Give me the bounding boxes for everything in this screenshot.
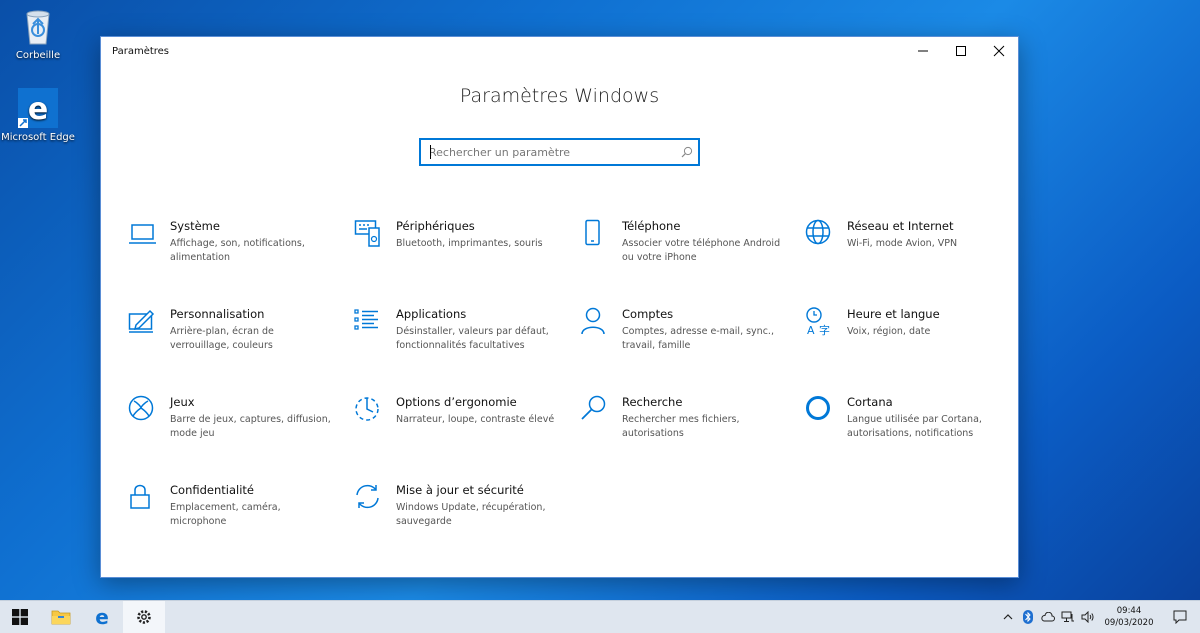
personalization-icon [128, 307, 158, 337]
settings-item-personalization[interactable]: Personnalisation Arrière-plan, écran de … [128, 307, 333, 377]
cortana-icon [805, 395, 835, 425]
recycle-bin-icon [18, 6, 58, 46]
network-icon[interactable] [1058, 611, 1078, 623]
folder-icon [51, 610, 71, 625]
item-desc: Narrateur, loupe, contraste élevé [396, 414, 555, 425]
taskbar-edge[interactable]: e [82, 601, 122, 633]
clock-date: 09/03/2020 [1104, 618, 1154, 628]
phone-icon [580, 219, 610, 249]
xbox-icon [128, 395, 158, 425]
item-desc: Langue utilisée par Cortana, autorisatio… [847, 414, 982, 439]
action-center-button[interactable] [1160, 610, 1200, 624]
settings-item-gaming[interactable]: Jeux Barre de jeux, captures, diffusion,… [128, 395, 333, 465]
item-title: Mise à jour et sécurité [396, 483, 524, 497]
svg-text:A: A [807, 324, 815, 337]
edge-icon: e [95, 607, 109, 627]
settings-item-system[interactable]: Système Affichage, son, notifications, a… [128, 219, 333, 289]
item-title: Périphériques [396, 219, 475, 233]
item-desc: Arrière-plan, écran de verrouillage, cou… [170, 326, 274, 351]
taskbar: e 09:44 09/03/2020 [0, 600, 1200, 633]
clock-time: 09:44 [1116, 606, 1142, 616]
settings-item-update-security[interactable]: Mise à jour et sécurité Windows Update, … [354, 483, 559, 553]
item-title: Système [170, 219, 220, 233]
settings-grid: Système Affichage, son, notifications, a… [101, 37, 1018, 577]
update-icon [354, 483, 384, 513]
notification-icon [1173, 610, 1187, 624]
settings-item-devices[interactable]: Périphériques Bluetooth, imprimantes, so… [354, 219, 559, 289]
settings-item-cortana[interactable]: Cortana Langue utilisée par Cortana, aut… [805, 395, 1010, 465]
time-language-icon: A字 [805, 307, 835, 337]
start-button[interactable] [0, 601, 40, 633]
item-desc: Comptes, adresse e-mail, sync., travail,… [622, 326, 774, 351]
item-desc: Affichage, son, notifications, alimentat… [170, 238, 305, 263]
devices-icon [354, 219, 384, 249]
item-title: Téléphone [622, 219, 681, 233]
edge-label: Microsoft Edge [1, 132, 75, 143]
gear-icon [137, 610, 151, 624]
settings-item-network[interactable]: Réseau et Internet Wi-Fi, mode Avion, VP… [805, 219, 1010, 289]
item-title: Confidentialité [170, 483, 254, 497]
cloud-icon[interactable] [1038, 612, 1058, 622]
item-title: Jeux [170, 395, 195, 409]
system-tray: 09:44 09/03/2020 [998, 601, 1200, 633]
item-desc: Associer votre téléphone Android ou votr… [622, 238, 781, 263]
chevron-up-icon[interactable] [998, 612, 1018, 622]
settings-window: Paramètres Paramètres Windows Système [100, 36, 1019, 578]
item-desc: Barre de jeux, captures, diffusion, mode… [170, 414, 331, 439]
item-desc: Voix, région, date [847, 326, 931, 337]
item-title: Réseau et Internet [847, 219, 954, 233]
item-title: Personnalisation [170, 307, 265, 321]
desktop-icon-edge[interactable]: e Microsoft Edge [0, 88, 76, 143]
item-desc: Wi-Fi, mode Avion, VPN [847, 238, 958, 249]
settings-item-accounts[interactable]: Comptes Comptes, adresse e-mail, sync., … [580, 307, 785, 377]
clock[interactable]: 09:44 09/03/2020 [1098, 605, 1160, 629]
ease-of-access-icon [354, 395, 384, 425]
item-desc: Bluetooth, imprimantes, souris [396, 238, 543, 249]
taskbar-settings[interactable] [123, 601, 165, 633]
apps-list-icon [354, 307, 384, 337]
item-desc: Emplacement, caméra, microphone [170, 502, 281, 527]
recycle-bin-label: Corbeille [15, 50, 61, 61]
taskbar-file-explorer[interactable] [41, 601, 81, 633]
edge-icon: e [18, 88, 58, 128]
bluetooth-icon[interactable] [1018, 610, 1038, 624]
item-desc: Désinstaller, valeurs par défaut, foncti… [396, 326, 549, 351]
item-title: Recherche [622, 395, 683, 409]
item-title: Heure et langue [847, 307, 940, 321]
lock-icon [128, 483, 158, 513]
desktop-icon-recycle-bin[interactable]: Corbeille [0, 6, 76, 61]
item-title: Comptes [622, 307, 674, 321]
svg-text:e: e [28, 92, 48, 127]
laptop-icon [128, 219, 158, 249]
windows-logo-icon [12, 609, 28, 625]
settings-item-ease-of-access[interactable]: Options d’ergonomie Narrateur, loupe, co… [354, 395, 559, 465]
settings-item-privacy[interactable]: Confidentialité Emplacement, caméra, mic… [128, 483, 333, 553]
settings-item-apps[interactable]: Applications Désinstaller, valeurs par d… [354, 307, 559, 377]
settings-item-phone[interactable]: Téléphone Associer votre téléphone Andro… [580, 219, 785, 289]
item-desc: Windows Update, récupération, sauvegarde [396, 502, 546, 527]
item-title: Cortana [847, 395, 893, 409]
settings-item-search[interactable]: Recherche Rechercher mes fichiers, autor… [580, 395, 785, 465]
person-icon [580, 307, 610, 337]
item-title: Applications [396, 307, 467, 321]
settings-item-time-language[interactable]: A字 Heure et langue Voix, région, date [805, 307, 1010, 377]
item-desc: Rechercher mes fichiers, autorisations [622, 414, 740, 439]
speaker-icon[interactable] [1078, 611, 1098, 623]
search-icon [580, 395, 610, 425]
item-title: Options d’ergonomie [396, 395, 517, 409]
svg-text:e: e [95, 607, 109, 627]
globe-icon [805, 219, 835, 249]
svg-text:字: 字 [819, 323, 830, 337]
